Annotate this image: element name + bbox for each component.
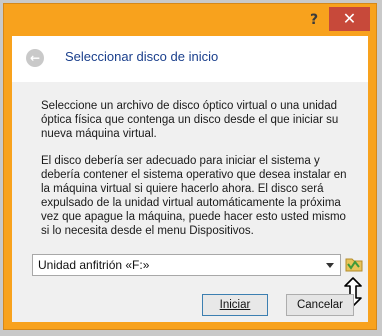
back-arrow-icon[interactable]: ← [26,49,44,67]
cancel-button[interactable]: Cancelar [286,294,354,316]
dialog-client-area: ← Seleccionar disco de inicio Seleccione… [12,36,368,322]
close-button[interactable]: ✕ [329,7,370,31]
page-title: Seleccionar disco de inicio [65,49,219,64]
folder-browse-icon[interactable] [345,255,363,273]
start-button-label: Iniciar [219,299,251,311]
description-paragraph-1: Seleccione un archivo de disco óptico vi… [41,100,339,140]
wizard-header: ← Seleccionar disco de inicio [12,36,368,82]
chevron-down-icon[interactable] [326,263,334,268]
dialog-window: ? ✕ ← Seleccionar disco de inicio Selecc… [3,3,377,330]
drive-select[interactable]: Unidad anfitrión «F:» [32,254,341,276]
start-button[interactable]: Iniciar [202,294,268,316]
description-paragraph-2: El disco debería ser adecuado para inici… [41,155,347,237]
help-button[interactable]: ? [304,10,324,30]
drive-select-value: Unidad anfitrión «F:» [38,258,150,272]
